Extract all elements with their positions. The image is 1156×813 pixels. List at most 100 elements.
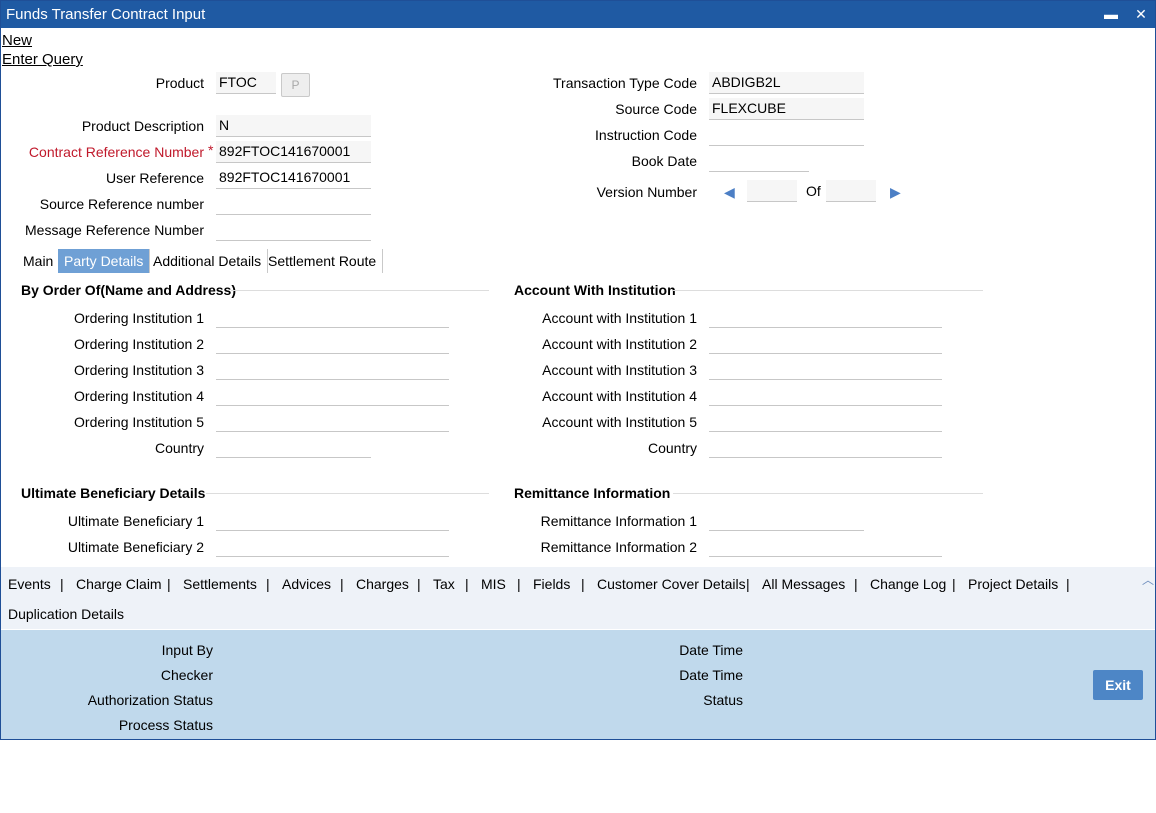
account-with-country-label: Country [647,440,697,456]
link-separator: | [340,576,344,592]
message-reference-label: Message Reference Number [25,222,204,238]
product-field[interactable]: FTOC [216,72,276,94]
ultimate-beneficiary-title: Ultimate Beneficiary Details [21,485,206,501]
book-date-field[interactable] [709,150,809,172]
contract-reference-label: Contract Reference Number [28,144,204,160]
ordering-institution-4-label: Ordering Institution 4 [74,388,204,404]
input-by-label: Input By [161,642,213,658]
ultimate-beneficiary-1-label: Ultimate Beneficiary 1 [67,513,204,529]
source-reference-label: Source Reference number [39,196,204,212]
enter-query-link[interactable]: Enter Query [2,51,83,68]
close-icon[interactable]: ✕ [1131,4,1151,24]
instruction-code-label: Instruction Code [595,127,697,143]
message-reference-field[interactable] [216,219,371,241]
link-separator: | [746,576,750,592]
product-label: Product [155,75,204,91]
settlements-link[interactable]: Settlements [183,576,257,592]
tax-link[interactable]: Tax [433,576,455,592]
account-with-institution-4-field[interactable] [709,384,942,406]
account-with-institution-5-label: Account with Institution 5 [542,414,697,430]
tab-party-details[interactable]: Party Details [58,249,151,273]
all-messages-link[interactable]: All Messages [762,576,845,592]
ultimate-beneficiary-1-field[interactable] [216,509,449,531]
remittance-information-1-field[interactable] [709,509,864,531]
duplication-details-link[interactable]: Duplication Details [8,606,124,622]
ordering-institution-1-field[interactable] [216,306,449,328]
link-separator: | [167,576,171,592]
chevron-up-icon[interactable]: ︿ [1142,571,1154,588]
account-with-institution-4-label: Account with Institution 4 [542,388,697,404]
tab-settlement-route[interactable]: Settlement Route [262,249,384,273]
link-separator: | [266,576,270,592]
remittance-information-title: Remittance Information [514,485,671,501]
previous-version-icon[interactable]: ◀ [724,184,735,201]
ordering-institution-4-field[interactable] [216,384,449,406]
remittance-information-2-field[interactable] [709,535,942,557]
section-divider [673,493,983,494]
link-separator: | [952,576,956,592]
account-with-institution-3-label: Account with Institution 3 [542,362,697,378]
link-separator: | [517,576,521,592]
source-code-label: Source Code [615,101,697,117]
authorization-status-label: Authorization Status [87,692,213,708]
account-with-institution-1-field[interactable] [709,306,942,328]
ordering-institution-5-field[interactable] [216,410,449,432]
version-number-label: Version Number [596,184,697,200]
user-reference-field[interactable]: 892FTOC141670001 [216,167,371,189]
contract-reference-field[interactable]: 892FTOC141670001 [216,141,371,163]
ultimate-beneficiary-2-field[interactable] [216,535,449,557]
version-of-label: Of [806,183,821,199]
account-with-institution-5-field[interactable] [709,410,942,432]
tab-additional-details[interactable]: Additional Details [147,249,269,273]
status-label: Status [703,692,743,708]
instruction-code-field[interactable] [709,124,864,146]
next-version-icon[interactable]: ▶ [890,184,901,201]
account-with-country-field[interactable] [709,436,942,458]
advices-link[interactable]: Advices [282,576,331,592]
version-current-field[interactable] [747,180,797,202]
link-separator: | [417,576,421,592]
remittance-information-1-label: Remittance Information 1 [540,513,697,529]
new-link[interactable]: New [2,32,32,49]
link-separator: | [60,576,64,592]
process-status-label: Process Status [118,717,213,733]
by-order-of-title: By Order Of(Name and Address) [21,282,236,298]
ordering-country-field[interactable] [216,436,371,458]
ordering-institution-3-label: Ordering Institution 3 [74,362,204,378]
exit-button[interactable]: Exit [1093,670,1143,700]
link-separator: | [465,576,469,592]
ordering-institution-1-label: Ordering Institution 1 [74,310,204,326]
source-reference-field[interactable] [216,193,371,215]
project-details-link[interactable]: Project Details [968,576,1058,592]
minimize-icon[interactable]: ▬ [1101,4,1121,24]
account-with-institution-3-field[interactable] [709,358,942,380]
ordering-institution-2-field[interactable] [216,332,449,354]
mis-link[interactable]: MIS [481,576,506,592]
version-total-field[interactable] [826,180,876,202]
section-divider [206,493,489,494]
account-with-institution-1-label: Account with Institution 1 [542,310,697,326]
transaction-type-code-label: Transaction Type Code [553,75,697,91]
account-with-institution-title: Account With Institution [514,282,676,298]
tab-main[interactable]: Main [17,249,61,273]
charge-claim-link[interactable]: Charge Claim [76,576,162,592]
account-with-institution-2-field[interactable] [709,332,942,354]
events-link[interactable]: Events [8,576,51,592]
product-description-field[interactable]: N [216,115,371,137]
customer-cover-details-link[interactable]: Customer Cover Details [597,576,746,592]
input-date-time-label: Date Time [679,642,743,658]
section-divider [231,290,489,291]
transaction-type-code-field[interactable]: ABDIGB2L [709,72,864,94]
link-separator: | [854,576,858,592]
source-code-field[interactable]: FLEXCUBE [709,98,864,120]
user-reference-label: User Reference [105,170,204,186]
charges-link[interactable]: Charges [356,576,409,592]
fields-link[interactable]: Fields [533,576,570,592]
section-divider [673,290,983,291]
ordering-country-label: Country [154,440,204,456]
required-marker: * [208,142,214,158]
ordering-institution-3-field[interactable] [216,358,449,380]
change-log-link[interactable]: Change Log [870,576,946,592]
product-lov-button[interactable]: P [281,73,310,97]
ordering-institution-5-label: Ordering Institution 5 [74,414,204,430]
